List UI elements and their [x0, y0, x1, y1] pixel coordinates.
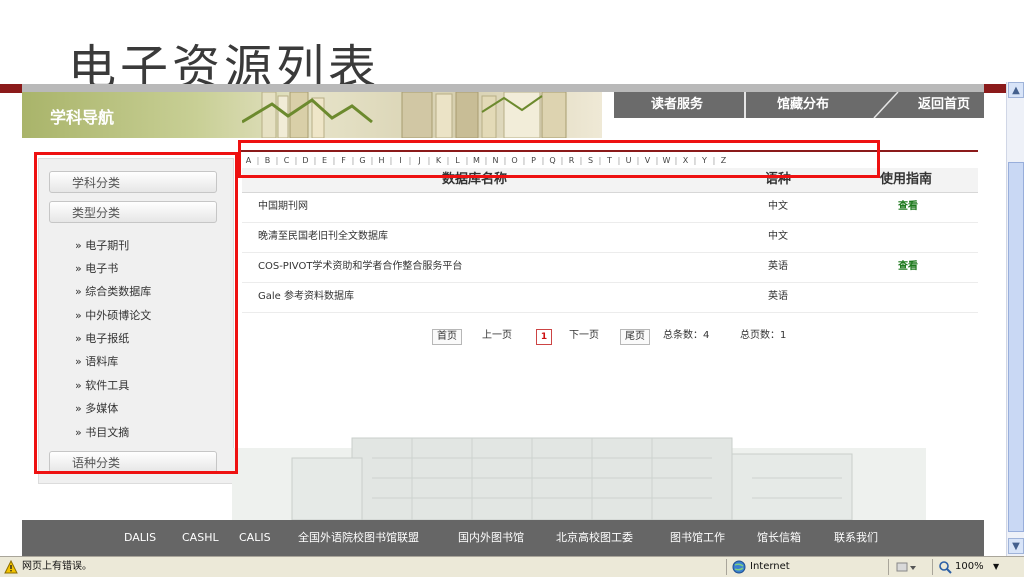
zoom-level[interactable]: 100%	[955, 557, 984, 577]
database-name-link[interactable]: 中国期刊网	[258, 192, 308, 222]
nav-separator	[744, 92, 746, 118]
footer-link-contact[interactable]: 联系我们	[834, 520, 878, 556]
table-row: 晚清至民国老旧刊全文数据库 中文	[242, 222, 978, 253]
highlight-box-sidebar	[34, 152, 238, 474]
database-table: 数据库名称 语种 使用指南 中国期刊网 中文 查看 晚清至民国老旧刊全文数据库 …	[242, 168, 978, 356]
total-pages: 总页数：1	[740, 330, 787, 341]
nav-collection[interactable]: 馆藏分布	[748, 92, 858, 118]
database-lang: 英语	[768, 261, 788, 272]
footer-link-cashl[interactable]: CASHL	[182, 520, 219, 556]
status-separator	[726, 559, 727, 575]
warning-icon[interactable]	[4, 560, 18, 574]
next-page-link[interactable]: 下一页	[569, 324, 599, 348]
total-records: 总条数：4	[663, 330, 710, 341]
site-footer: DALIS CASHL CALIS 全国外语院校图书馆联盟 国内外图书馆 北京高…	[22, 520, 984, 556]
status-message: 网页上有错误。	[22, 561, 92, 572]
frame-top-bar	[0, 84, 1006, 92]
status-separator	[932, 559, 933, 575]
database-lang: 中文	[768, 201, 788, 212]
header-title: 学科导航	[50, 108, 115, 127]
table-row: Gale 参考资料数据库 英语	[242, 282, 978, 313]
column-header-guide: 使用指南	[880, 172, 933, 187]
view-guide-link[interactable]: 查看	[898, 252, 918, 282]
top-nav: 读者服务 馆藏分布 返回首页	[614, 92, 984, 118]
vertical-scrollbar[interactable]: ▲ ▼	[1006, 82, 1024, 556]
footer-link-libraries[interactable]: 国内外图书馆	[458, 520, 524, 556]
protected-mode-icon[interactable]	[896, 561, 918, 573]
browser-statusbar: 网页上有错误。 Internet 100% ▼	[0, 556, 1024, 577]
security-zone: Internet	[750, 561, 790, 572]
books-illustration-icon	[242, 92, 567, 138]
database-name-link[interactable]: 晚清至民国老旧刊全文数据库	[258, 222, 388, 252]
library-building-icon	[232, 437, 926, 520]
table-row: COS-PIVOT学术资助和学者合作整合服务平台 英语 查看	[242, 252, 978, 283]
zoom-dropdown-icon[interactable]: ▼	[993, 557, 999, 577]
nav-home[interactable]: 返回首页	[904, 92, 984, 118]
scroll-down-icon[interactable]: ▼	[1008, 538, 1024, 554]
magnifier-icon[interactable]	[938, 560, 952, 574]
footer-link-foreign-lang-alliance[interactable]: 全国外语院校图书馆联盟	[298, 520, 419, 556]
database-name-link[interactable]: Gale 参考资料数据库	[258, 282, 354, 312]
header-banner: 学科导航	[22, 92, 602, 138]
status-separator	[888, 559, 889, 575]
prev-page-link[interactable]: 上一页	[482, 324, 512, 348]
database-lang: 英语	[768, 291, 788, 302]
frame-corner-left	[0, 84, 22, 93]
view-guide-link[interactable]: 查看	[898, 192, 918, 222]
nav-slash-icon	[873, 92, 899, 118]
globe-icon	[732, 560, 746, 574]
scroll-thumb[interactable]	[1008, 162, 1024, 532]
footer-link-library-work[interactable]: 图书馆工作	[670, 520, 725, 556]
highlight-box-alphabet	[238, 140, 880, 178]
pagination: 首页 上一页 1 下一页 尾页 总条数：4 总页数：1	[242, 324, 978, 348]
site-header: 学科导航 读者服务 馆藏分布 返回首页	[22, 92, 984, 138]
footer-link-beijing-committee[interactable]: 北京高校图工委	[556, 520, 633, 556]
last-page-button[interactable]: 尾页	[620, 329, 650, 345]
nav-reader-service[interactable]: 读者服务	[622, 92, 732, 118]
first-page-button[interactable]: 首页	[432, 329, 462, 345]
footer-link-calis[interactable]: CALIS	[239, 520, 271, 556]
table-row: 中国期刊网 中文 查看	[242, 192, 978, 223]
scroll-up-icon[interactable]: ▲	[1008, 82, 1024, 98]
page-heading: 电子资源列表	[68, 40, 381, 86]
database-lang: 中文	[768, 231, 788, 242]
footer-link-director-mailbox[interactable]: 馆长信箱	[757, 520, 801, 556]
database-name-link[interactable]: COS-PIVOT学术资助和学者合作整合服务平台	[258, 252, 462, 282]
frame-corner-right	[984, 84, 1006, 93]
current-page[interactable]: 1	[536, 329, 552, 345]
footer-link-dalis[interactable]: DALIS	[124, 520, 156, 556]
